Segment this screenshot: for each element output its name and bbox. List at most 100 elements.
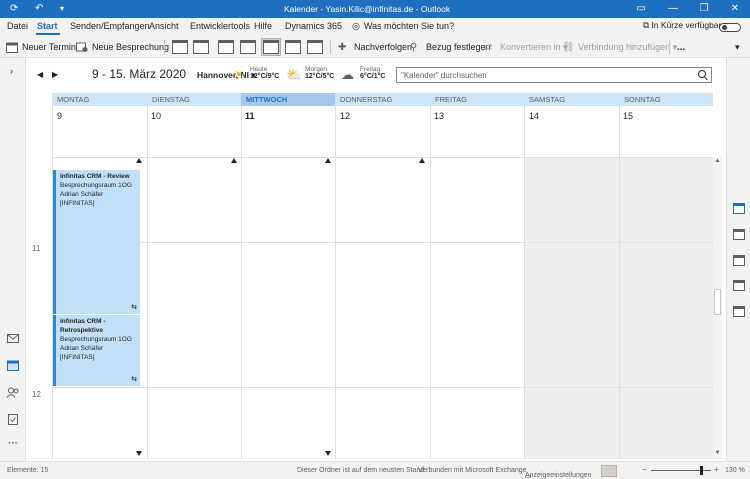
- new-meeting-label: Neue Besprechung: [92, 42, 170, 52]
- day-header-saturday[interactable]: SAMSTAG: [524, 93, 619, 106]
- ribbon-separator: [330, 40, 331, 54]
- calendar-event[interactable]: infinitas CRM - Retrospektive Besprechun…: [53, 315, 140, 386]
- restore-icon[interactable]: ❐: [690, 2, 718, 16]
- scroll-up-indicator[interactable]: [136, 158, 142, 163]
- scroll-up-indicator[interactable]: [231, 158, 237, 163]
- scroll-up-indicator[interactable]: [325, 158, 331, 163]
- undo-icon[interactable]: ↶: [35, 3, 43, 15]
- day-header-sunday[interactable]: SONNTAG: [619, 93, 713, 106]
- scroll-up-indicator[interactable]: [419, 158, 425, 163]
- new-appointment-button[interactable]: Neuer Termin: [6, 39, 76, 55]
- menu-datei[interactable]: Datei: [7, 21, 28, 31]
- work-week-icon[interactable]: [193, 40, 209, 54]
- week-side-icon[interactable]: [733, 255, 745, 266]
- weather-label: Freitag: [360, 66, 381, 73]
- tell-me-search[interactable]: ◎ Was möchten Sie tun?: [352, 21, 454, 32]
- zoom-out-icon[interactable]: −: [642, 465, 647, 474]
- minimize-icon[interactable]: —: [659, 2, 687, 16]
- menu-ansicht[interactable]: Ansicht: [149, 21, 179, 31]
- scroll-down-arrow-icon[interactable]: ▼: [713, 450, 722, 456]
- coming-soon-toggle[interactable]: [719, 23, 741, 32]
- day-divider: [241, 106, 242, 459]
- weather-today[interactable]: Heute 12°C/9°C: [250, 66, 279, 80]
- calendar-search-input[interactable]: "Kalender" durchsuchen: [396, 67, 712, 83]
- chevron-down-icon[interactable]: ▾: [735, 39, 740, 55]
- event-title: infinitas CRM - Review: [60, 173, 130, 180]
- weather-tomorrow[interactable]: Morgen 12°C/5°C: [305, 66, 334, 80]
- month-side-icon[interactable]: [733, 280, 745, 291]
- month-icon[interactable]: [240, 40, 256, 54]
- previous-week-icon[interactable]: ◀: [37, 70, 43, 79]
- day-header-wednesday[interactable]: MITTWOCH: [241, 93, 335, 106]
- ribbon-separator: [669, 40, 670, 54]
- group-day-icon[interactable]: [285, 40, 301, 54]
- schedule-view-icon[interactable]: [263, 40, 279, 54]
- people-icon[interactable]: [7, 387, 19, 398]
- scrollbar-thumb[interactable]: [714, 289, 721, 315]
- day-header-monday[interactable]: MONTAG: [52, 93, 147, 106]
- group-week-icon[interactable]: [307, 40, 323, 54]
- zoom-level: 130 %: [725, 467, 745, 474]
- day-divider: [335, 106, 336, 459]
- work-week-side-icon[interactable]: [733, 229, 745, 240]
- ribbon-display-icon[interactable]: ▭: [627, 2, 655, 16]
- day-view-icon[interactable]: [172, 40, 188, 54]
- day-view-side-icon[interactable]: [733, 203, 745, 214]
- partly-sunny-icon: ⛅: [286, 67, 303, 82]
- chevron-down-icon[interactable]: ▾: [60, 3, 64, 15]
- next-week-icon[interactable]: ▶: [52, 70, 58, 79]
- scroll-up-arrow-icon[interactable]: ▲: [713, 158, 722, 164]
- menu-entwicklertools[interactable]: Entwicklertools: [190, 21, 250, 31]
- tasks-icon[interactable]: [7, 414, 19, 425]
- event-organizer: Adrian Schäfer [INFINITAS]: [60, 191, 103, 207]
- convert-button[interactable]: ⇄ Konvertieren in ▾: [484, 39, 568, 55]
- scroll-down-indicator[interactable]: [325, 451, 331, 456]
- sync-icon[interactable]: ⟳: [10, 3, 18, 15]
- all-day-divider: [52, 157, 713, 158]
- location-selector[interactable]: Hannover, NI ▾: [197, 70, 256, 81]
- expand-folder-pane-icon[interactable]: ›: [10, 66, 13, 76]
- hour-label: 11: [32, 244, 41, 253]
- more-commands-button[interactable]: ...: [677, 39, 685, 55]
- date-range: 9 - 15. März 2020: [92, 67, 187, 81]
- scroll-down-indicator[interactable]: [136, 451, 142, 456]
- set-regarding-button[interactable]: ⚲ Bezug festlegen: [410, 39, 491, 55]
- schedule-side-icon[interactable]: [733, 306, 745, 317]
- add-connection-button[interactable]: ⛓ Verbindung hinzufügen ▾: [562, 39, 677, 55]
- set-regarding-label: Bezug festlegen: [426, 42, 491, 52]
- folder-status: Dieser Ordner ist auf dem neusten Stand.: [297, 467, 427, 474]
- event-location: Besprechungsraum 1OG: [60, 336, 132, 343]
- status-bar: Elemente: 15 Dieser Ordner ist auf dem n…: [0, 461, 750, 479]
- new-meeting-button[interactable]: Neue Besprechung: [76, 39, 169, 55]
- event-location: Besprechungsraum 1OG: [60, 182, 132, 189]
- normal-view-button[interactable]: [601, 465, 617, 477]
- reading-view-button[interactable]: [624, 465, 640, 477]
- menu-hilfe[interactable]: Hilfe: [254, 21, 272, 31]
- calendar-nav-icon[interactable]: [7, 360, 19, 371]
- week-icon[interactable]: [218, 40, 234, 54]
- weather-temp: 6°C/1°C: [360, 73, 386, 80]
- more-apps-icon[interactable]: ···: [8, 438, 18, 449]
- day-header-friday[interactable]: FREITAG: [430, 93, 524, 106]
- right-view-pane: [726, 58, 750, 461]
- coming-soon[interactable]: ⧉ In Kürze verfügbar: [643, 20, 721, 31]
- link-icon: ⚲: [410, 41, 418, 53]
- weather-friday[interactable]: Freitag 6°C/1°C: [360, 66, 385, 80]
- zoom-slider-knob[interactable]: [700, 466, 703, 475]
- toggle-knob: [722, 25, 727, 30]
- menu-start[interactable]: Start: [37, 21, 58, 31]
- title-bar: ⟳ ↶ ▾ Kalender - Yasin.Kilic@infinitas.d…: [0, 0, 750, 18]
- calendar-event[interactable]: infinitas CRM - Review Besprechungsraum …: [53, 170, 140, 314]
- zoom-in-icon[interactable]: +: [714, 465, 719, 474]
- item-count: Elemente: 15: [7, 467, 49, 474]
- mail-icon[interactable]: [7, 333, 19, 344]
- day-header-thursday[interactable]: DONNERSTAG: [335, 93, 430, 106]
- menu-dynamics[interactable]: Dynamics 365: [285, 21, 342, 31]
- track-button[interactable]: ✚ Nachverfolgen: [338, 39, 412, 55]
- calendar-grid[interactable]: [52, 106, 713, 459]
- close-icon[interactable]: ✕: [721, 2, 749, 16]
- menu-senden-empfangen[interactable]: Senden/Empfangen: [70, 21, 150, 31]
- window-title: Kalender - Yasin.Kilic@infinitas.de - Ou…: [284, 4, 451, 14]
- vertical-scrollbar[interactable]: ▲ ▼: [713, 157, 722, 459]
- day-header-tuesday[interactable]: DIENSTAG: [147, 93, 241, 106]
